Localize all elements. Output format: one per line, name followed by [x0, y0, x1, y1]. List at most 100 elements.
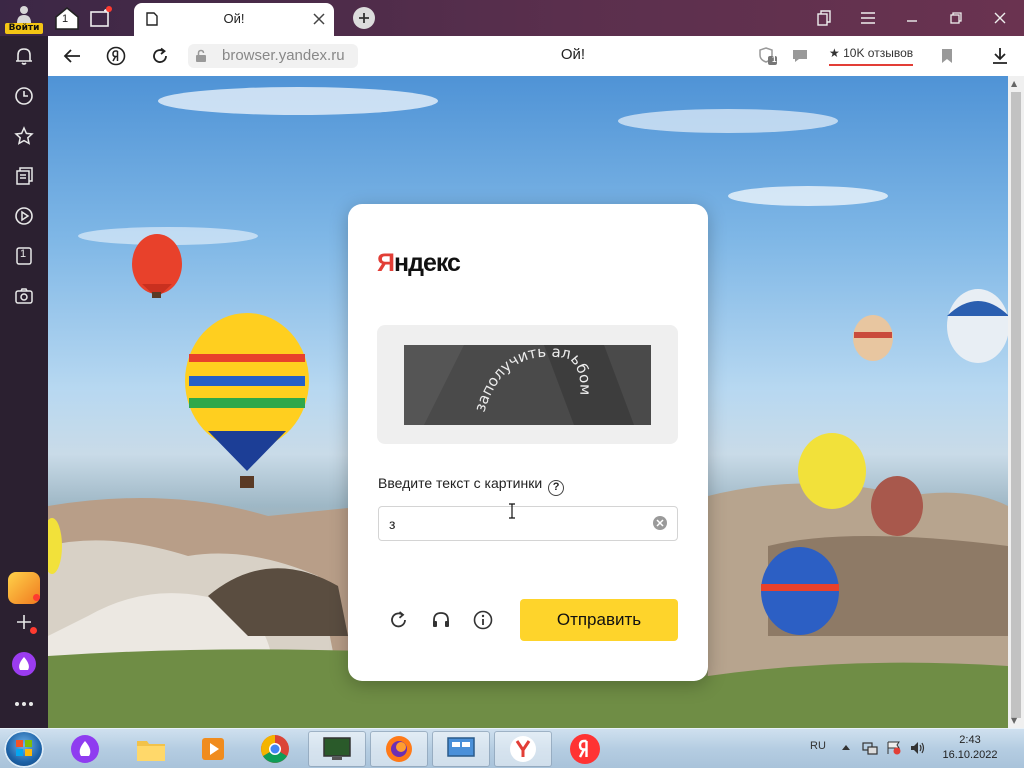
taskbar-media-player[interactable] — [184, 731, 242, 767]
alice-icon — [71, 735, 99, 763]
volume-icon[interactable] — [910, 741, 926, 755]
sidebar-item-notifications[interactable] — [8, 40, 40, 72]
tab-counter-button[interactable]: 1 — [52, 4, 82, 32]
taskbar-firefox[interactable] — [370, 731, 428, 767]
notifications-count: 1 — [772, 55, 777, 64]
clear-input-button[interactable] — [653, 516, 667, 530]
taskbar-yandex-browser[interactable] — [556, 731, 614, 767]
clock[interactable]: 2:43 16.10.2022 — [932, 733, 1008, 763]
info-icon — [473, 610, 493, 630]
tab-bar: Войти 1 Ой! — [0, 0, 1024, 36]
reviews-star: ★ — [829, 46, 840, 60]
page-content: Яндекс заполучить альбом Введите текст с… — [48, 76, 1008, 728]
arrow-left-icon — [63, 49, 80, 63]
notification-dot — [33, 594, 40, 601]
info-button[interactable] — [471, 608, 495, 632]
captcha-image: заполучить альбом — [404, 345, 651, 425]
sidebar-add-app-button[interactable] — [8, 606, 40, 638]
taskbar-explorer[interactable] — [122, 731, 180, 767]
help-icon[interactable]: ? — [548, 480, 565, 496]
tray-expand-icon[interactable] — [842, 744, 850, 750]
sidebar-item-video[interactable] — [8, 200, 40, 232]
refresh-icon — [391, 611, 406, 628]
close-window-button[interactable] — [988, 6, 1012, 30]
monitor-icon — [323, 737, 351, 760]
url-field[interactable]: browser.yandex.ru — [188, 44, 358, 68]
yandex-icon — [510, 736, 536, 762]
scrollbar[interactable]: ▲ ▼ — [1008, 76, 1024, 728]
captcha-input[interactable] — [378, 506, 678, 541]
captcha-prompt-text: Введите текст с картинки — [378, 475, 543, 491]
sidebar-more-button[interactable] — [8, 688, 40, 720]
taskbar-control-panel[interactable] — [432, 731, 490, 767]
collections-icon — [16, 167, 33, 185]
sidebar-item-bookmarks[interactable] — [8, 120, 40, 152]
close-icon[interactable] — [312, 12, 326, 26]
sidebar-item-collections[interactable] — [8, 160, 40, 192]
sidebar-item-history[interactable] — [8, 80, 40, 112]
scroll-up-icon[interactable]: ▲ — [1011, 79, 1017, 88]
control-panel-icon — [447, 737, 475, 757]
clock-time: 2:43 — [959, 734, 981, 746]
sidebar-alice-button[interactable] — [8, 648, 40, 680]
lock-icon — [196, 49, 206, 62]
flag-warning-icon[interactable] — [886, 741, 902, 755]
login-label: Войти — [5, 23, 43, 34]
taskbar-app-window[interactable] — [308, 731, 366, 767]
folder-icon — [137, 741, 165, 761]
notification-dot — [30, 627, 37, 634]
bookmark-button[interactable] — [935, 44, 959, 68]
logo-first-letter: Я — [377, 249, 395, 277]
chat-icon — [793, 50, 807, 62]
protect-button[interactable]: 1 — [756, 44, 780, 68]
scroll-thumb[interactable] — [1011, 92, 1021, 718]
comments-button[interactable] — [788, 44, 812, 68]
add-tab-group-button[interactable] — [86, 4, 116, 32]
media-player-icon — [202, 738, 224, 760]
headphones-icon — [433, 612, 449, 627]
scroll-down-icon[interactable]: ▼ — [1011, 716, 1017, 725]
firefox-icon — [386, 736, 412, 762]
back-button[interactable] — [60, 44, 84, 68]
address-bar: browser.yandex.ru Ой! 1 ★ 10K отзывов — [48, 36, 1024, 76]
start-button[interactable] — [4, 730, 44, 768]
restore-icon — [950, 12, 962, 24]
text-cursor-icon — [509, 503, 515, 519]
new-tab-button[interactable] — [353, 7, 375, 29]
plus-icon — [359, 13, 369, 23]
profile-button[interactable]: Войти — [4, 3, 44, 34]
bell-icon — [16, 48, 32, 65]
minimize-icon — [907, 20, 917, 22]
reviews-label: 10K отзывов — [843, 46, 914, 60]
page-title: Ой! — [560, 46, 586, 63]
audio-captcha-button[interactable] — [429, 608, 453, 632]
bookmark-outline-icon — [817, 10, 831, 26]
submit-button[interactable]: Отправить — [520, 599, 678, 641]
tab-list-button[interactable] — [812, 6, 836, 30]
captcha-prompt: Введите текст с картинки? — [378, 475, 565, 496]
sidebar-item-screenshot[interactable] — [8, 280, 40, 312]
language-indicator[interactable]: RU — [810, 740, 826, 752]
clock-icon — [15, 87, 33, 105]
minimize-button[interactable] — [900, 6, 924, 30]
taskbar-yandex-active[interactable] — [494, 731, 552, 767]
restore-button[interactable] — [944, 6, 968, 30]
reload-button[interactable] — [148, 44, 172, 68]
sidebar-app-zen[interactable] — [8, 572, 40, 604]
tab-active[interactable]: Ой! — [134, 3, 334, 36]
yandex-logo[interactable]: Яндекс — [377, 249, 461, 278]
tab-counter: 1 — [62, 13, 69, 25]
taskbar-alice[interactable] — [56, 731, 114, 767]
network-icon[interactable] — [862, 741, 878, 755]
reviews-link[interactable]: ★ 10K отзывов — [829, 46, 914, 66]
yandex-logo-icon — [106, 46, 126, 66]
refresh-captcha-button[interactable] — [387, 608, 411, 632]
taskbar-chrome[interactable] — [246, 731, 304, 767]
yandex-home-button[interactable] — [104, 44, 128, 68]
bookmark-icon — [942, 49, 952, 63]
more-icon — [15, 702, 33, 706]
sidebar-item-tabs[interactable]: 1 — [8, 240, 40, 272]
star-icon — [14, 126, 34, 145]
downloads-button[interactable] — [988, 44, 1012, 68]
menu-button[interactable] — [856, 6, 880, 30]
